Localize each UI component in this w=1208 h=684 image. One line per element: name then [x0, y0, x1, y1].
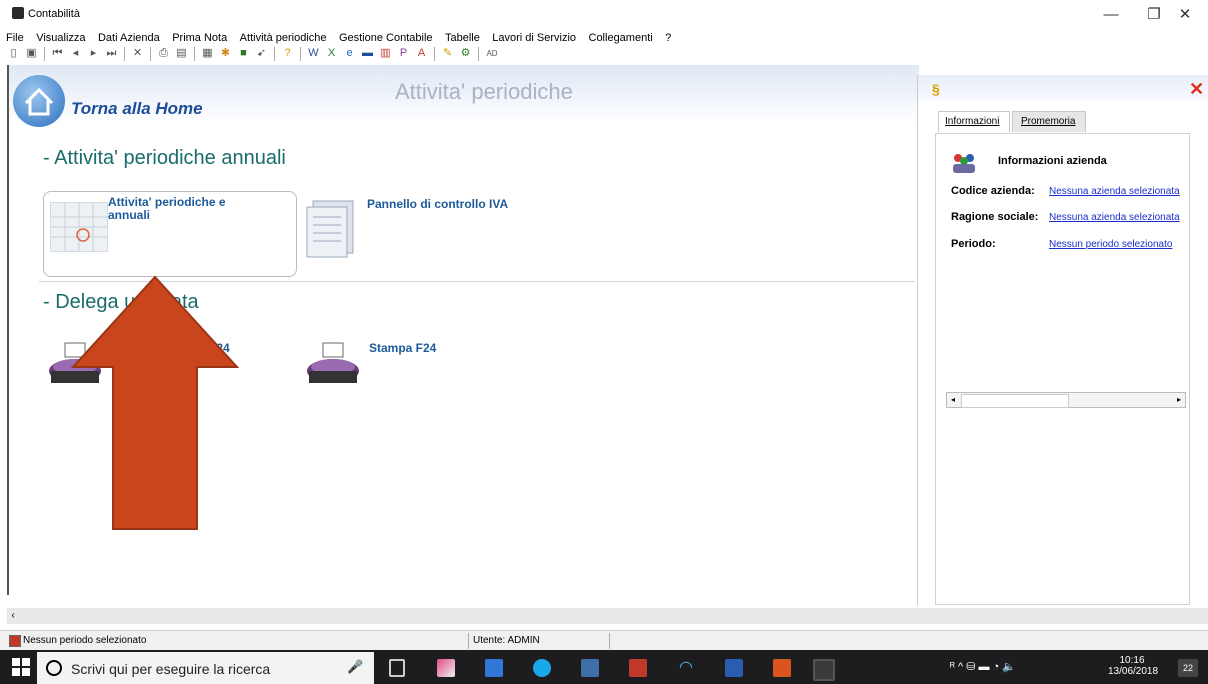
- menu-bar: File Visualizza Dati Azienda Prima Nota …: [0, 26, 1208, 44]
- app-icon: [12, 7, 24, 19]
- menu-attivita-periodiche[interactable]: Attività periodiche: [240, 32, 327, 44]
- clock-date[interactable]: 13/06/2018: [1108, 666, 1158, 677]
- info-panel-body: Informazioni azienda Codice azienda: Nes…: [935, 133, 1190, 605]
- tile-iva-label[interactable]: Pannello di controllo IVA: [367, 197, 508, 211]
- prev-record-icon[interactable]: ◂: [68, 46, 83, 61]
- tile-attivita-label: Attivita' periodiche e annuali: [108, 195, 226, 222]
- main-panel: Torna alla Home Attivita' periodiche - A…: [7, 65, 919, 595]
- menu-gestione-contabile[interactable]: Gestione Contabile: [339, 32, 433, 44]
- cortana-icon: [46, 660, 62, 676]
- tile-attivita-periodiche[interactable]: Attivita' periodiche e annuali: [43, 191, 297, 277]
- menu-help[interactable]: ?: [665, 32, 671, 44]
- title-bar: Contabilità — ❐ ✕: [0, 0, 1208, 26]
- scroll-left-icon[interactable]: ◂: [947, 393, 959, 407]
- chart-icon[interactable]: ▥: [378, 46, 393, 61]
- task-view-icon[interactable]: [389, 659, 405, 677]
- link-ragione-sociale[interactable]: Nessuna azienda selezionata: [1049, 212, 1180, 223]
- scroll-left-icon[interactable]: ‹: [7, 608, 19, 624]
- help-icon[interactable]: ?: [280, 46, 295, 61]
- save-icon[interactable]: ▣: [24, 46, 39, 61]
- main-hscrollbar[interactable]: ‹: [7, 608, 1208, 624]
- label-ragione-sociale: Ragione sociale:: [951, 211, 1039, 223]
- accounting-app-icon[interactable]: [629, 659, 647, 677]
- home-icon[interactable]: [13, 75, 65, 127]
- document-icon[interactable]: A: [414, 46, 429, 61]
- pdf-icon[interactable]: P: [396, 46, 411, 61]
- calendar-icon: [50, 202, 108, 252]
- contabilita-taskbar-icon[interactable]: [813, 659, 835, 681]
- annotation-arrow: [71, 275, 239, 530]
- menu-dati-azienda[interactable]: Dati Azienda: [98, 32, 160, 44]
- info-panel: § ✕ Informazioni Promemoria Informazioni…: [917, 75, 1208, 605]
- word-taskbar-icon[interactable]: [725, 659, 743, 677]
- excel-icon[interactable]: X: [324, 46, 339, 61]
- search-placeholder: Scrivi qui per eseguire la ricerca: [71, 661, 271, 677]
- label-periodo: Periodo:: [951, 238, 996, 250]
- status-bar: Nessun periodo selezionato Utente: ADMIN: [0, 630, 1208, 651]
- status-user: Utente: ADMIN: [473, 635, 540, 646]
- menu-lavori-di-servizio[interactable]: Lavori di Servizio: [492, 32, 576, 44]
- print-preview-icon[interactable]: ▤: [174, 46, 189, 61]
- tab-informazioni[interactable]: Informazioni: [938, 111, 1010, 132]
- print-icon[interactable]: ⎙: [156, 46, 171, 61]
- paint-icon[interactable]: [437, 659, 455, 677]
- next-record-icon[interactable]: ▸: [86, 46, 101, 61]
- arrow-icon[interactable]: ➹: [254, 46, 269, 61]
- ad-button[interactable]: AD: [482, 46, 502, 61]
- status-calendar-icon: [9, 635, 21, 647]
- printer-icon[interactable]: [305, 341, 361, 391]
- company-icon: [952, 152, 976, 174]
- skype-icon[interactable]: [533, 659, 551, 677]
- menu-prima-nota[interactable]: Prima Nota: [172, 32, 227, 44]
- iva-document-icon[interactable]: [301, 195, 363, 259]
- tray-icons[interactable]: ᴿ ^ ⛁ ▬ ◔ 🔈: [950, 660, 1016, 673]
- close-panel-icon[interactable]: ✕: [1189, 79, 1204, 100]
- menu-visualizza[interactable]: Visualizza: [36, 32, 85, 44]
- first-record-icon[interactable]: ⏮: [50, 46, 65, 61]
- calculator-icon[interactable]: ▦: [200, 46, 215, 61]
- link-periodo[interactable]: Nessun periodo selezionato: [1049, 239, 1172, 250]
- delete-icon[interactable]: ✕: [130, 46, 145, 61]
- windows-start-icon[interactable]: [12, 658, 30, 676]
- label-codice-azienda: Codice azienda:: [951, 185, 1035, 197]
- info-panel-header: [918, 75, 1208, 101]
- search-settings-icon[interactable]: ⚙: [458, 46, 473, 61]
- menu-collegamenti[interactable]: Collegamenti: [589, 32, 653, 44]
- tile-stampa-label[interactable]: Stampa F24: [369, 341, 436, 355]
- home-link[interactable]: Torna alla Home: [71, 99, 203, 119]
- mail-icon[interactable]: ▬: [360, 46, 375, 61]
- pin-icon[interactable]: §: [932, 81, 940, 97]
- tab-promemoria[interactable]: Promemoria: [1012, 111, 1086, 132]
- browser-icon[interactable]: e: [342, 46, 357, 61]
- info-heading: Informazioni azienda: [998, 155, 1107, 167]
- tools-icon[interactable]: ✎: [440, 46, 455, 61]
- app-window-icon[interactable]: [581, 659, 599, 677]
- person-run-icon[interactable]: ✱: [218, 46, 233, 61]
- word-icon[interactable]: W: [306, 46, 321, 61]
- grid-icon[interactable]: ■: [236, 46, 251, 61]
- scroll-right-icon[interactable]: ▸: [1173, 393, 1185, 407]
- clock-time[interactable]: 10:16: [1108, 655, 1156, 666]
- panel-hscrollbar[interactable]: ◂ ▸: [946, 392, 1186, 408]
- link-codice-azienda[interactable]: Nessuna azienda selezionata: [1049, 186, 1180, 197]
- wifi-icon[interactable]: ◠: [677, 659, 695, 677]
- scroll-thumb[interactable]: [961, 394, 1069, 408]
- toolbar: ▯ ▣ ⏮ ◂ ▸ ⏭ ✕ ⎙ ▤ ▦ ✱ ■ ➹ ? W X e ▬ ▥ P …: [6, 44, 706, 64]
- taskbar-search[interactable]: Scrivi qui per eseguire la ricerca 🎤: [37, 652, 374, 684]
- last-record-icon[interactable]: ⏭: [104, 46, 119, 61]
- menu-file[interactable]: File: [6, 32, 24, 44]
- microphone-icon[interactable]: 🎤: [347, 659, 363, 675]
- new-doc-icon[interactable]: ▯: [6, 46, 21, 61]
- browser-taskbar-icon[interactable]: [773, 659, 791, 677]
- window-title: Contabilità: [28, 8, 80, 20]
- status-period: Nessun periodo selezionato: [23, 635, 147, 646]
- menu-tabelle[interactable]: Tabelle: [445, 32, 480, 44]
- section-title-annual: - Attivita' periodiche annuali: [43, 147, 286, 169]
- page-title: Attivita' periodiche: [395, 79, 573, 104]
- notification-center-icon[interactable]: 22: [1178, 659, 1198, 677]
- dropbox-icon[interactable]: [485, 659, 503, 677]
